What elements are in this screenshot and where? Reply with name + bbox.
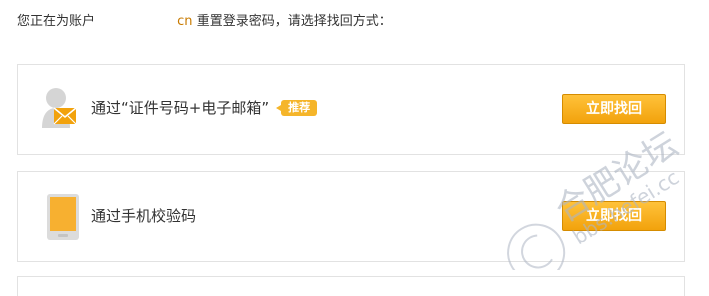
user-mail-icon	[42, 88, 77, 128]
method-label-phone: 通过手机校验码	[91, 207, 197, 225]
method-label-email: 通过“证件号码+电子邮箱” 推荐	[91, 98, 318, 118]
recommended-badge: 推荐	[276, 100, 318, 116]
account-suffix: cn	[177, 14, 193, 29]
intro-rest: 重置登录密码，请选择找回方式：	[196, 14, 392, 29]
phone-icon	[47, 194, 79, 240]
masked-account	[99, 13, 178, 30]
method-card-phone: 通过手机校验码 立即找回	[17, 171, 685, 262]
method-card-email: 通过“证件号码+电子邮箱” 推荐 立即找回	[17, 64, 685, 155]
method-card-partial	[17, 276, 685, 296]
recover-by-phone-button[interactable]: 立即找回	[562, 201, 666, 231]
intro-text: 您正在为账户 cn 重置登录密码，请选择找回方式：	[17, 12, 392, 32]
intro-prefix: 您正在为账户	[17, 14, 96, 29]
method-label-email-text: 通过“证件号码+电子邮箱”	[91, 99, 270, 117]
recover-by-email-button[interactable]: 立即找回	[562, 94, 666, 124]
